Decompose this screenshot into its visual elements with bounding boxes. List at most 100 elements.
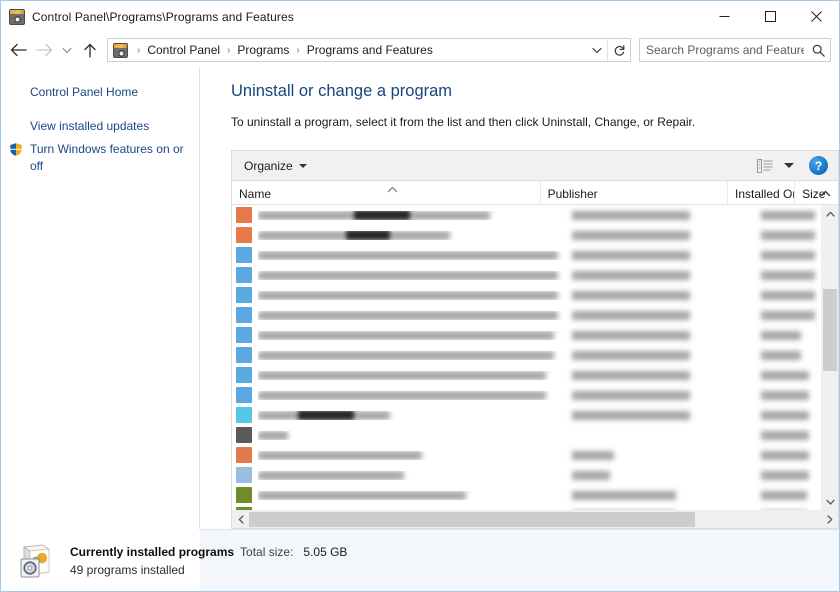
- redacted-text: [761, 390, 809, 400]
- minimize-button[interactable]: [701, 1, 747, 32]
- program-icon: [236, 447, 252, 463]
- cell-name: [258, 230, 568, 240]
- maximize-button[interactable]: [747, 1, 793, 32]
- breadcrumb-chevron-down-icon[interactable]: [587, 47, 607, 54]
- cell-pub: [568, 270, 761, 280]
- status-total-size-value: 5.05 GB: [303, 544, 348, 559]
- chevron-down-icon: [298, 163, 307, 168]
- cell-name: [258, 490, 568, 500]
- program-icon: [236, 387, 252, 403]
- table-row[interactable]: [232, 285, 821, 305]
- program-icon: [236, 227, 252, 243]
- cell-name: [258, 450, 568, 460]
- horizontal-scrollbar-thumb[interactable]: [249, 512, 696, 527]
- redacted-text: [258, 370, 546, 380]
- table-row[interactable]: [232, 405, 821, 425]
- redacted-text: [572, 230, 690, 240]
- cell-pub: [568, 490, 761, 500]
- recent-locations-chevron-down-icon[interactable]: [57, 37, 77, 63]
- program-icon: [236, 287, 252, 303]
- sidebar-item-label: View installed updates: [30, 119, 150, 133]
- program-icon: [236, 327, 252, 343]
- scroll-left-chevron-left-icon[interactable]: [232, 511, 249, 528]
- chevron-up-icon[interactable]: [820, 186, 831, 200]
- table-row[interactable]: [232, 425, 821, 445]
- redacted-text: [572, 450, 614, 460]
- redacted-text: [761, 330, 801, 340]
- help-icon[interactable]: ?: [809, 156, 828, 175]
- search-box[interactable]: [639, 38, 831, 62]
- cell-inst: [761, 470, 821, 480]
- cell-inst: [761, 430, 821, 440]
- search-input[interactable]: [640, 42, 806, 58]
- cell-pub: [568, 210, 761, 220]
- horizontal-scrollbar-track[interactable]: [249, 511, 821, 528]
- control-panel-icon: [9, 8, 25, 25]
- breadcrumb-item-control-panel[interactable]: Control Panel: [145, 43, 222, 57]
- cell-inst: [761, 270, 821, 280]
- table-row[interactable]: [232, 225, 821, 245]
- sidebar-item-view-installed-updates[interactable]: View installed updates: [1, 115, 199, 138]
- redacted-text: [572, 470, 610, 480]
- column-header-size[interactable]: Size: [795, 181, 838, 204]
- breadcrumb-item-programs-and-features[interactable]: Programs and Features: [305, 43, 435, 57]
- cell-inst: [761, 210, 821, 220]
- sidebar-item-control-panel-home[interactable]: Control Panel Home: [1, 81, 199, 115]
- table-row[interactable]: [232, 205, 821, 225]
- redacted-text: [761, 430, 809, 440]
- cell-name: [258, 270, 568, 280]
- close-button[interactable]: [793, 1, 839, 32]
- redacted-text: [258, 470, 404, 480]
- table-row[interactable]: [232, 325, 821, 345]
- column-header-label: Installed On: [734, 187, 796, 201]
- redacted-text-strong: [346, 230, 390, 240]
- scroll-up-chevron-up-icon[interactable]: [822, 205, 838, 222]
- table-row[interactable]: [232, 265, 821, 285]
- cell-name: [258, 310, 568, 320]
- cell-pub: [568, 230, 761, 240]
- redacted-text: [572, 490, 676, 500]
- cell-pub: [568, 450, 761, 460]
- breadcrumb-bar[interactable]: › Control Panel › Programs › Programs an…: [107, 38, 631, 62]
- refresh-icon[interactable]: [607, 39, 630, 61]
- vertical-scrollbar[interactable]: [821, 205, 838, 510]
- cell-pub: [568, 330, 761, 340]
- column-header-name[interactable]: Name: [232, 181, 541, 204]
- redacted-text: [761, 490, 807, 500]
- program-icon: [236, 307, 252, 323]
- table-row[interactable]: [232, 305, 821, 325]
- table-row[interactable]: [232, 485, 821, 505]
- vertical-scrollbar-thumb[interactable]: [823, 289, 837, 371]
- list-view-icon[interactable]: [753, 155, 777, 177]
- table-row[interactable]: [232, 465, 821, 485]
- redacted-text: [258, 310, 558, 320]
- table-row[interactable]: [232, 245, 821, 265]
- back-arrow-icon[interactable]: [5, 37, 31, 63]
- column-header-installed-on[interactable]: Installed On: [728, 181, 796, 204]
- up-arrow-icon[interactable]: [77, 37, 103, 63]
- redacted-text: [258, 430, 288, 440]
- cell-pub: [568, 310, 761, 320]
- table-row[interactable]: [232, 345, 821, 365]
- redacted-text: [761, 370, 809, 380]
- redacted-text: [258, 250, 558, 260]
- help-label: ?: [814, 158, 823, 173]
- breadcrumb-separator-2: ›: [296, 44, 300, 56]
- table-row[interactable]: [232, 385, 821, 405]
- sidebar-item-turn-windows-features[interactable]: Turn Windows features on or off: [1, 138, 199, 178]
- search-icon[interactable]: [806, 44, 830, 57]
- view-options-chevron-down-icon[interactable]: [779, 155, 799, 177]
- cell-pub: [568, 350, 761, 360]
- organize-button[interactable]: Organize: [241, 156, 313, 176]
- table-row[interactable]: [232, 445, 821, 465]
- cell-inst: [761, 450, 821, 460]
- program-icon: [236, 407, 252, 423]
- scroll-right-chevron-right-icon[interactable]: [821, 511, 838, 528]
- sidebar-item-label: Turn Windows features on or off: [30, 142, 184, 173]
- horizontal-scrollbar[interactable]: [232, 510, 838, 528]
- table-row[interactable]: [232, 365, 821, 385]
- scroll-down-chevron-down-icon[interactable]: [822, 493, 838, 510]
- column-header-publisher[interactable]: Publisher: [541, 181, 728, 204]
- breadcrumb-item-programs[interactable]: Programs: [235, 43, 291, 57]
- forward-arrow-icon[interactable]: [31, 37, 57, 63]
